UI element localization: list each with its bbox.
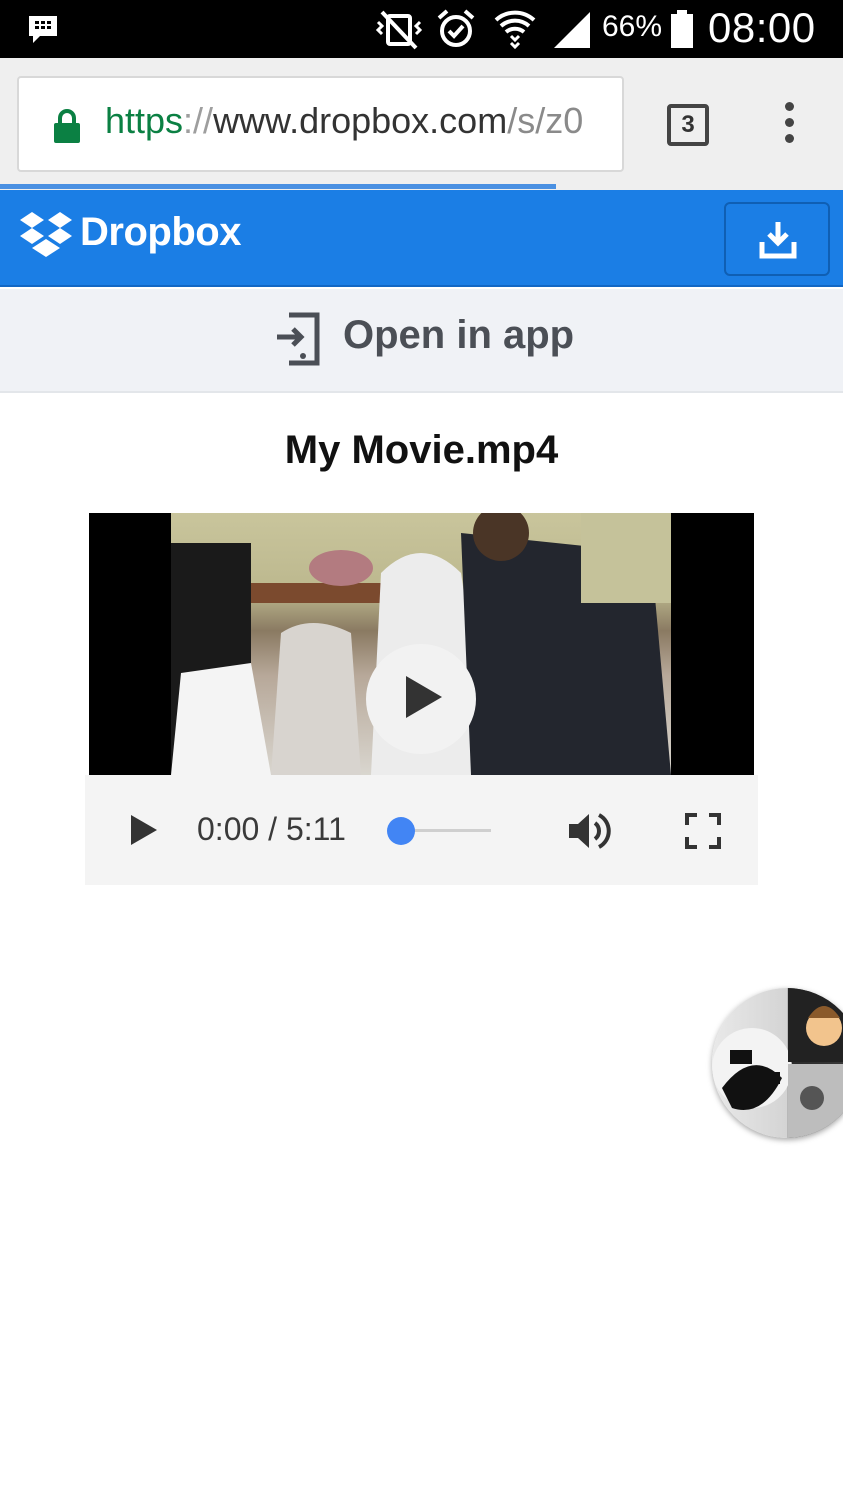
page-load-progress	[0, 184, 557, 189]
dropbox-wordmark: Dropbox	[80, 210, 241, 254]
dropbox-header: Dropbox	[0, 190, 843, 287]
url-host: www.dropbox.com	[213, 100, 508, 141]
open-in-app-icon	[277, 312, 320, 366]
mute-vibrate-icon	[375, 10, 423, 50]
signal-icon	[554, 12, 590, 48]
url-bar[interactable]: https://www.dropbox.com/s/z0	[17, 76, 624, 172]
url-separator: ://	[183, 100, 214, 141]
video-play-overlay-button[interactable]	[366, 644, 476, 754]
status-bar: 66% 08:00	[0, 0, 843, 58]
browser-toolbar: https://www.dropbox.com/s/z0 3	[0, 58, 843, 190]
play-button[interactable]	[129, 813, 159, 847]
battery-percent: 66%	[602, 10, 663, 43]
overflow-menu-icon[interactable]	[780, 102, 798, 152]
url-path: /s/z0	[507, 100, 584, 141]
download-button[interactable]	[724, 202, 830, 276]
tab-switcher-button[interactable]: 3	[667, 104, 709, 146]
open-in-app-label: Open in app	[343, 313, 575, 357]
fullscreen-icon[interactable]	[685, 813, 721, 849]
wifi-icon	[494, 10, 536, 50]
alarm-icon	[437, 9, 475, 47]
open-in-app-bar[interactable]: Open in app	[0, 289, 843, 393]
video-controls: 0:00 / 5:11	[85, 775, 758, 885]
seek-handle[interactable]	[387, 817, 415, 845]
dropbox-logo-icon	[20, 212, 72, 257]
battery-icon	[671, 10, 693, 48]
url-scheme: https	[105, 100, 184, 141]
time-display: 0:00 / 5:11	[197, 811, 346, 847]
download-icon	[759, 222, 797, 259]
clock: 08:00	[708, 4, 816, 51]
bbm-icon	[29, 16, 57, 43]
messenger-chat-head[interactable]	[712, 988, 843, 1138]
video-player[interactable]	[89, 513, 754, 775]
play-icon	[406, 676, 442, 718]
url-text: https://www.dropbox.com/s/z0	[105, 100, 583, 142]
lock-icon	[54, 109, 80, 143]
volume-icon[interactable]	[567, 809, 613, 853]
file-title: My Movie.mp4	[284, 428, 559, 472]
